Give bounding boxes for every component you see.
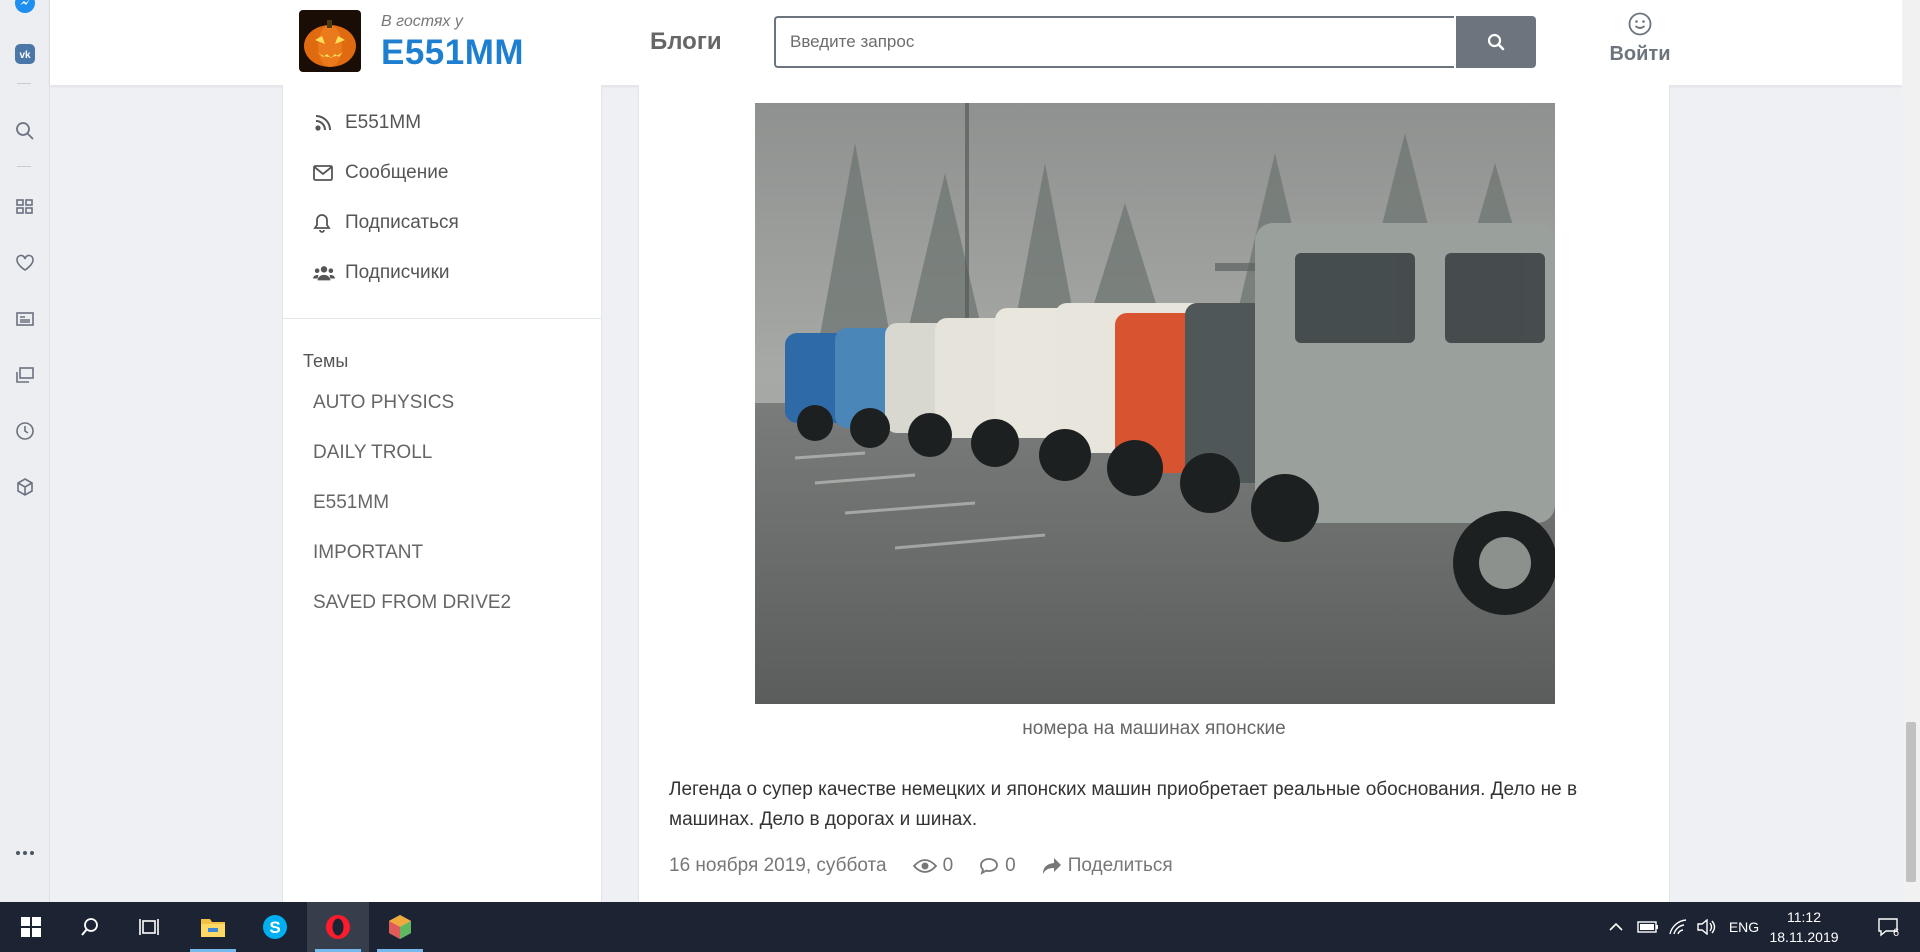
menu-item-blog[interactable]: E551MM <box>313 108 421 138</box>
action-center-button[interactable]: 6 <box>1868 902 1908 952</box>
wifi-icon <box>1669 919 1687 935</box>
browser-sidebar: vk <box>0 0 50 902</box>
topic-link[interactable]: E551MM <box>313 492 389 514</box>
share-label: Поделиться <box>1067 855 1173 876</box>
windows-taskbar: S ENG 11:12 18.11.2019 6 <box>0 902 1920 952</box>
profile-menu: E551MM Сообщение Подписаться Подписчики <box>283 85 601 319</box>
history-icon[interactable] <box>12 418 37 443</box>
heart-icon[interactable] <box>12 250 37 275</box>
bell-icon <box>313 212 335 234</box>
taskbar-app-cube[interactable] <box>369 902 431 952</box>
taskbar-clock[interactable]: 11:12 18.11.2019 <box>1762 907 1846 947</box>
comments-count: 0 <box>1005 855 1016 876</box>
search-button[interactable] <box>1456 16 1536 68</box>
topic-link[interactable]: IMPORTANT <box>313 542 423 564</box>
battery-status[interactable] <box>1636 902 1660 952</box>
network-status[interactable] <box>1666 902 1690 952</box>
taskbar-file-explorer[interactable] <box>182 902 244 952</box>
vk-icon[interactable]: vk <box>12 41 37 66</box>
blogs-link[interactable]: Блоги <box>650 28 722 56</box>
search-input[interactable] <box>776 18 1454 66</box>
svg-text:S: S <box>269 918 280 937</box>
pumpkin-logo[interactable] <box>299 10 361 72</box>
article-photo[interactable] <box>755 103 1555 704</box>
menu-label-blog: E551MM <box>345 112 422 133</box>
topic-link[interactable]: SAVED FROM DRIVE2 <box>313 592 511 614</box>
speed-dial-icon[interactable] <box>12 194 37 219</box>
users-icon <box>313 262 335 284</box>
article-text: Легенда о супер качестве немецких и япон… <box>669 779 1578 830</box>
windows-start-button[interactable] <box>0 902 62 952</box>
search-icon <box>81 918 98 936</box>
speaker-icon <box>1697 919 1716 935</box>
more-icon[interactable] <box>12 840 37 865</box>
opera-icon <box>326 915 350 939</box>
views-counter: 0 <box>912 855 954 877</box>
folder-icon <box>201 919 225 937</box>
language-indicator[interactable]: ENG <box>1726 902 1762 952</box>
extensions-icon[interactable] <box>12 474 37 499</box>
article-meta: 16 ноября 2019, суббота 0 0 Поделиться <box>669 855 1199 877</box>
chevron-up-icon <box>1609 922 1623 931</box>
login-button[interactable]: Войти <box>1585 12 1695 72</box>
menu-label-subscribe: Подписаться <box>345 212 459 233</box>
search-icon[interactable] <box>12 118 37 143</box>
topics-title: Темы <box>303 351 349 371</box>
notification-count: 6 <box>1892 927 1900 939</box>
menu-item-subscribe[interactable]: Подписаться <box>313 208 459 238</box>
smile-icon <box>1628 12 1652 36</box>
skype-icon: S <box>263 915 287 939</box>
news-icon[interactable] <box>12 306 37 331</box>
site-header: В гостях у E551MM Блоги Войти <box>50 0 1902 86</box>
menu-item-subscribers[interactable]: Подписчики <box>313 258 450 288</box>
taskbar-opera[interactable] <box>307 902 369 952</box>
taskbar-skype[interactable]: S <box>244 902 306 952</box>
windows-icon <box>21 917 41 937</box>
task-view-icon <box>139 919 159 935</box>
scrollbar-thumb[interactable] <box>1906 722 1916 882</box>
taskbar-search-button[interactable] <box>59 902 121 952</box>
menu-label-message: Сообщение <box>345 162 449 183</box>
sidebar-separator <box>17 83 31 84</box>
messenger-icon[interactable] <box>12 0 37 15</box>
cube-app-icon <box>389 915 411 939</box>
show-hidden-icons[interactable] <box>1604 902 1628 952</box>
envelope-icon <box>313 162 335 184</box>
article-date: 16 ноября 2019, суббота <box>669 855 887 876</box>
photo-caption: номера на машинах японские <box>1022 718 1286 739</box>
blog-icon <box>313 112 335 134</box>
search-box <box>774 16 1454 68</box>
guest-label: В гостях у <box>381 13 463 30</box>
sidebar-separator <box>17 166 31 167</box>
share-icon <box>1042 858 1061 874</box>
eye-icon <box>912 859 937 873</box>
views-count: 0 <box>942 855 954 876</box>
article-container: номера на машинах японские Легенда о суп… <box>638 85 1670 902</box>
battery-icon <box>1637 921 1658 933</box>
clock-date: 18.11.2019 <box>1769 929 1839 945</box>
topic-link[interactable]: AUTO PHYSICS <box>313 392 454 414</box>
comments-counter[interactable]: 0 <box>979 855 1016 877</box>
share-button[interactable]: Поделиться <box>1042 855 1173 877</box>
search-icon <box>1487 33 1505 51</box>
comment-icon <box>980 858 999 875</box>
left-sidebar: E551MM Сообщение Подписаться Подписчики … <box>282 85 602 903</box>
svg-text:vk: vk <box>19 50 31 61</box>
tabs-icon[interactable] <box>12 362 37 387</box>
menu-item-message[interactable]: Сообщение <box>313 158 448 188</box>
volume-control[interactable] <box>1694 902 1718 952</box>
menu-label-subscribers: Подписчики <box>345 262 450 283</box>
topic-link[interactable]: DAILY TROLL <box>313 442 432 464</box>
clock-time: 11:12 <box>1787 909 1821 925</box>
task-view-button[interactable] <box>118 902 180 952</box>
site-name[interactable]: E551MM <box>381 33 524 73</box>
login-label: Войти <box>1609 43 1671 65</box>
